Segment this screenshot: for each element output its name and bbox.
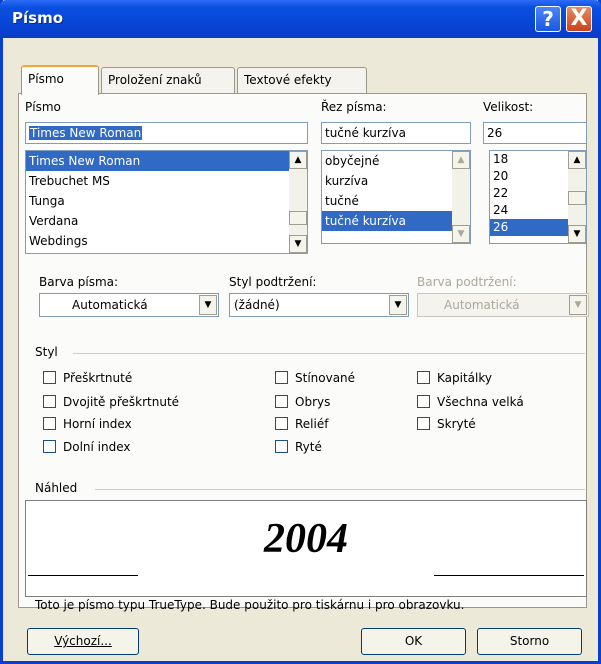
font-color-select[interactable]: Automatická ▼ <box>39 293 219 317</box>
font-size-input[interactable]: 26 <box>483 122 587 144</box>
tab-font-label: Písmo <box>28 72 64 86</box>
checkbox-box[interactable] <box>417 417 430 430</box>
checkbox-label: Kapitálky <box>437 371 492 385</box>
checkbox-label: Všechna velká <box>437 395 524 409</box>
cancel-button-label: Storno <box>509 634 550 648</box>
font-list-scrollbar[interactable]: ▲ ▼ <box>289 151 307 253</box>
ok-button[interactable]: OK <box>361 628 466 655</box>
font-style-value: tučné kurzíva <box>325 126 406 140</box>
font-dialog: Písmo ? X Písmo Proložení znaků Textové … <box>0 0 601 664</box>
preview-label: Náhled <box>35 481 78 495</box>
chevron-down-icon[interactable]: ▼ <box>199 295 217 315</box>
font-style-label: Řez písma: <box>321 100 387 114</box>
font-size-list-scrollbar[interactable]: ▲ ▼ <box>568 151 586 243</box>
checkbox-label: Dvojitě přeškrtnuté <box>63 395 180 409</box>
checkbox-label: Reliéf <box>295 417 329 431</box>
font-name-input[interactable]: Times New Roman <box>25 122 308 144</box>
list-item[interactable]: Verdana <box>26 211 307 231</box>
checkbox-box[interactable] <box>275 417 288 430</box>
close-button[interactable]: X <box>566 6 592 32</box>
list-item[interactable]: kurzíva <box>322 171 470 191</box>
font-size-value: 26 <box>487 126 503 140</box>
chevron-down-icon: ▼ <box>569 295 587 315</box>
tab-text-effects-label: Textové efekty <box>244 73 332 87</box>
ok-button-label: OK <box>404 634 423 648</box>
scroll-up-icon[interactable]: ▲ <box>452 151 470 169</box>
font-color-label: Barva písma: <box>39 275 119 289</box>
underline-style-value: (žádné) <box>234 298 280 312</box>
underline-color-select: Automatická ▼ <box>417 293 589 317</box>
preview-group-divider <box>95 489 585 490</box>
list-item[interactable]: obyčejné <box>322 151 470 171</box>
preview-sample-text: 2004 <box>264 516 348 562</box>
list-item[interactable]: Trebuchet MS <box>26 171 307 191</box>
scroll-down-icon[interactable]: ▼ <box>452 225 470 243</box>
checkbox-box[interactable] <box>43 440 56 453</box>
list-item[interactable]: Tunga <box>26 191 307 211</box>
default-button-label: Výchozí... <box>54 634 112 648</box>
help-icon: ? <box>542 7 554 31</box>
checkbox-label: Horní index <box>63 417 132 431</box>
checkbox-box[interactable] <box>417 395 430 408</box>
title-bar[interactable]: Písmo ? X <box>0 0 601 38</box>
preview-baseline-right <box>434 575 584 576</box>
font-label: Písmo <box>25 100 61 114</box>
font-color-value: Automatická <box>72 298 148 312</box>
checkbox-box[interactable] <box>275 371 288 384</box>
font-style-list-scrollbar[interactable]: ▲ ▼ <box>452 151 470 243</box>
preview-box: 2004 <box>25 500 587 597</box>
list-item[interactable]: tučné kurzíva <box>322 211 452 231</box>
checkbox-label: Obrys <box>295 395 331 409</box>
list-item[interactable]: 26 <box>490 219 568 236</box>
underline-style-label: Styl podtržení: <box>229 275 317 289</box>
checkbox-label: Stínované <box>295 371 356 385</box>
font-size-list[interactable]: 18 20 22 24 26 ▲ ▼ <box>489 150 587 244</box>
close-icon: X <box>570 6 588 31</box>
list-item[interactable]: Times New Roman <box>26 151 307 171</box>
scroll-up-icon[interactable]: ▲ <box>289 151 307 169</box>
list-item[interactable]: tučné <box>322 191 470 211</box>
scroll-down-icon[interactable]: ▼ <box>568 225 586 243</box>
checkbox-box[interactable] <box>275 395 288 408</box>
checkbox-box[interactable] <box>43 395 56 408</box>
checkbox-box[interactable] <box>417 371 430 384</box>
preview-baseline-left <box>28 575 138 576</box>
checkbox-box[interactable] <box>43 371 56 384</box>
list-item[interactable]: Webdings <box>26 231 307 251</box>
checkbox-box[interactable] <box>275 440 288 453</box>
tab-character-spacing[interactable]: Proložení znaků <box>101 67 235 93</box>
font-name-list[interactable]: Times New Roman Trebuchet MS Tunga Verda… <box>25 150 308 254</box>
checkbox-label: Skryté <box>437 417 476 431</box>
cancel-button[interactable]: Storno <box>477 628 582 655</box>
tab-text-effects[interactable]: Textové efekty <box>237 67 367 93</box>
checkbox-box[interactable] <box>43 417 56 430</box>
default-button[interactable]: Výchozí... <box>27 628 139 655</box>
tab-character-spacing-label: Proložení znaků <box>108 73 202 87</box>
help-button[interactable]: ? <box>535 6 561 32</box>
scroll-down-icon[interactable]: ▼ <box>289 235 307 253</box>
truetype-note: Toto je písmo typu TrueType. Bude použit… <box>35 598 465 612</box>
font-style-input[interactable]: tučné kurzíva <box>321 122 471 144</box>
checkbox-label: Ryté <box>295 440 322 454</box>
tab-font[interactable]: Písmo <box>21 65 99 95</box>
font-style-list[interactable]: obyčejné kurzíva tučné tučné kurzíva ▲ ▼ <box>321 150 471 244</box>
font-size-label: Velikost: <box>483 100 534 114</box>
scroll-up-icon[interactable]: ▲ <box>568 151 586 169</box>
effects-group-divider <box>73 353 585 354</box>
chevron-down-icon[interactable]: ▼ <box>389 295 407 315</box>
effects-group-label: Styl <box>35 345 58 359</box>
checkbox-label: Dolní index <box>63 440 131 454</box>
underline-color-label: Barva podtržení: <box>417 275 517 289</box>
scroll-thumb[interactable] <box>289 211 307 225</box>
window-title: Písmo <box>12 9 63 27</box>
scroll-thumb[interactable] <box>568 191 586 205</box>
checkbox-label: Přeškrtnuté <box>63 371 133 385</box>
underline-style-select[interactable]: (žádné) ▼ <box>229 293 409 317</box>
underline-color-value: Automatická <box>444 298 520 312</box>
font-name-value: Times New Roman <box>29 126 143 140</box>
